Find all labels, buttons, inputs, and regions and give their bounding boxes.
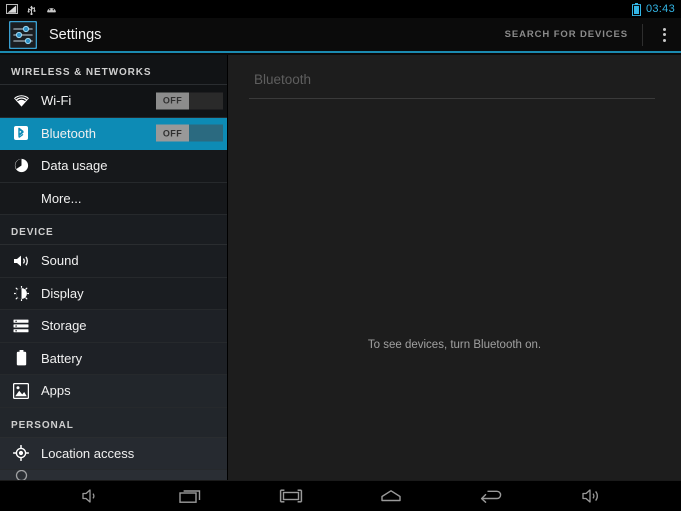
screenshot-nav-icon[interactable]	[274, 481, 308, 511]
sidebar-item-location-access[interactable]: Location access	[0, 437, 227, 470]
storage-icon	[10, 319, 32, 333]
sidebar-item-data-usage[interactable]: Data usage	[0, 150, 227, 183]
sidebar-item-apps[interactable]: Apps	[0, 375, 227, 408]
toggle-state-label: OFF	[162, 95, 183, 106]
bluetooth-icon	[10, 125, 32, 141]
sidebar-item-label: Sound	[41, 253, 79, 269]
action-bar: Settings SEARCH FOR DEVICES	[0, 18, 681, 53]
sidebar-item-label: Display	[41, 285, 84, 301]
back-icon[interactable]	[474, 481, 508, 511]
status-bar-clock: 03:43	[645, 3, 675, 15]
sidebar-item-label: Storage	[41, 318, 87, 334]
sidebar-item-partial[interactable]	[0, 470, 227, 480]
content-area: WIRELESS & NETWORKS Wi-Fi OFF Bluetooth …	[0, 55, 681, 480]
battery-sidebar-icon	[10, 350, 32, 366]
sidebar-item-label: Battery	[41, 350, 83, 366]
overflow-dot	[662, 33, 666, 36]
status-bar-right: 03:43	[631, 2, 675, 16]
sidebar-item-label: Location access	[41, 445, 135, 461]
sidebar-item-bluetooth[interactable]: Bluetooth OFF	[0, 117, 227, 150]
data-usage-icon	[10, 158, 32, 173]
home-icon[interactable]	[374, 481, 408, 511]
action-bar-actions: SEARCH FOR DEVICES	[495, 18, 681, 51]
wifi-toggle[interactable]: OFF	[156, 92, 223, 110]
bluetooth-empty-message: To see devices, turn Bluetooth on.	[367, 339, 542, 351]
sidebar-item-label: Data usage	[41, 158, 108, 174]
sidebar-item-label: Bluetooth	[41, 125, 96, 141]
settings-sliders-icon	[9, 20, 37, 49]
bluetooth-detail-panel: Bluetooth To see devices, turn Bluetooth…	[228, 55, 681, 480]
android-settings-screen: 03:43 Settings SEARCH FOR DEVICES WIRELE…	[0, 0, 681, 511]
volume-down-icon[interactable]	[74, 481, 108, 511]
sidebar-item-wifi[interactable]: Wi-Fi OFF	[0, 85, 227, 118]
sidebar-item-label: Apps	[41, 383, 71, 399]
panel-divider	[249, 98, 655, 99]
toggle-thumb: OFF	[156, 92, 189, 110]
screenshot-icon	[6, 4, 18, 14]
sidebar-item-display[interactable]: Display	[0, 277, 227, 310]
sidebar-item-label: More...	[41, 190, 82, 206]
security-icon	[10, 470, 32, 480]
display-icon	[10, 285, 32, 301]
sidebar-item-label: Wi-Fi	[41, 93, 72, 109]
status-bar: 03:43	[0, 0, 681, 18]
section-header-personal: PERSONAL	[0, 407, 227, 438]
action-bar-divider	[642, 23, 643, 46]
usb-icon	[27, 5, 36, 15]
location-icon	[10, 445, 32, 462]
battery-icon	[631, 2, 641, 16]
navigation-bar	[0, 480, 681, 511]
debug-icon	[47, 8, 56, 13]
section-header-wireless: WIRELESS & NETWORKS	[0, 55, 227, 85]
status-bar-icons	[6, 3, 58, 15]
settings-sidebar[interactable]: WIRELESS & NETWORKS Wi-Fi OFF Bluetooth …	[0, 55, 228, 480]
overflow-menu-icon[interactable]	[647, 18, 681, 51]
sidebar-item-more[interactable]: More...	[0, 182, 227, 215]
toggle-thumb: OFF	[156, 124, 189, 142]
section-header-device: DEVICE	[0, 215, 227, 245]
toggle-state-label: OFF	[162, 128, 183, 139]
sidebar-item-storage[interactable]: Storage	[0, 310, 227, 343]
settings-app-icon-button[interactable]	[9, 20, 37, 49]
page-title: Settings	[49, 26, 102, 43]
apps-icon	[10, 382, 32, 399]
overflow-dot	[662, 38, 666, 42]
sound-icon	[10, 254, 32, 268]
volume-up-icon[interactable]	[574, 481, 608, 511]
search-for-devices-button[interactable]: SEARCH FOR DEVICES	[495, 29, 638, 40]
bluetooth-toggle[interactable]: OFF	[156, 124, 223, 142]
recents-icon[interactable]	[174, 481, 208, 511]
sidebar-item-battery[interactable]: Battery	[0, 342, 227, 375]
overflow-dot	[662, 27, 666, 31]
bluetooth-panel-header: Bluetooth	[254, 72, 312, 87]
sidebar-item-sound[interactable]: Sound	[0, 245, 227, 278]
wifi-icon	[10, 94, 32, 108]
